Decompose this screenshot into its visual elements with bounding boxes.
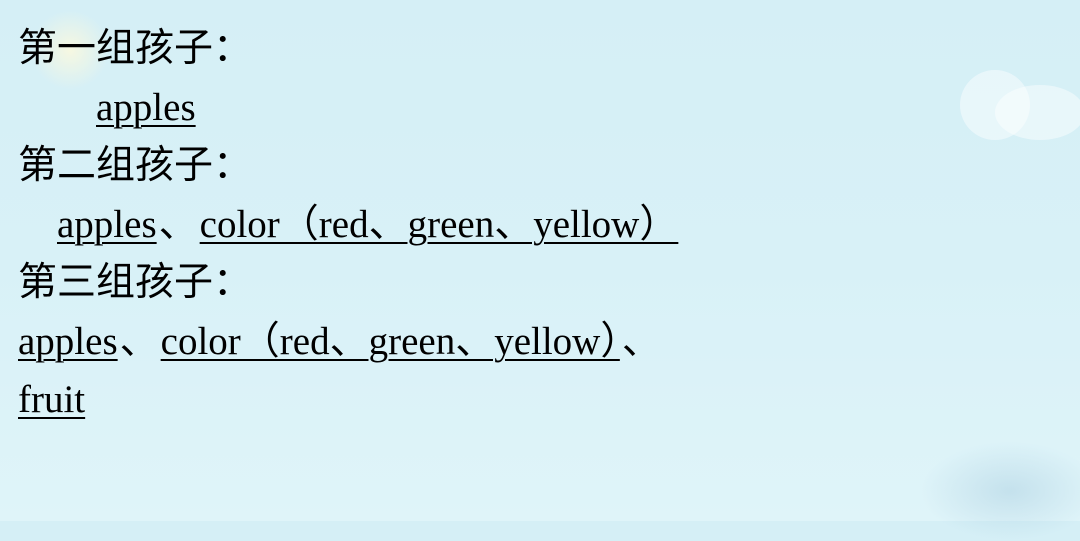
item-3-3: fruit (18, 378, 85, 421)
group-items-1: apples (18, 79, 1062, 138)
separator: 、 (622, 320, 661, 363)
content: 第一组孩子： apples 第二组孩子： apples、color（red、gr… (18, 20, 1062, 430)
item-3-1: apples (18, 320, 118, 363)
separator: 、 (159, 203, 198, 246)
separator: 、 (120, 320, 159, 363)
group-items-2: apples、color（red、green、yellow） (18, 196, 1062, 255)
item-2-2: color（red、green、yellow） (200, 203, 679, 246)
item-3-2: color（red、green、yellow） (161, 320, 620, 363)
group-items-3: apples、color（red、green、yellow）、fruit (18, 313, 1062, 430)
group-heading-1: 第一组孩子： (18, 20, 1062, 79)
item-1-1: apples (96, 86, 196, 129)
mountain-decoration (920, 441, 1080, 541)
group-heading-2: 第二组孩子： (18, 137, 1062, 196)
item-2-1: apples (57, 203, 157, 246)
group-heading-3: 第三组孩子： (18, 254, 1062, 313)
